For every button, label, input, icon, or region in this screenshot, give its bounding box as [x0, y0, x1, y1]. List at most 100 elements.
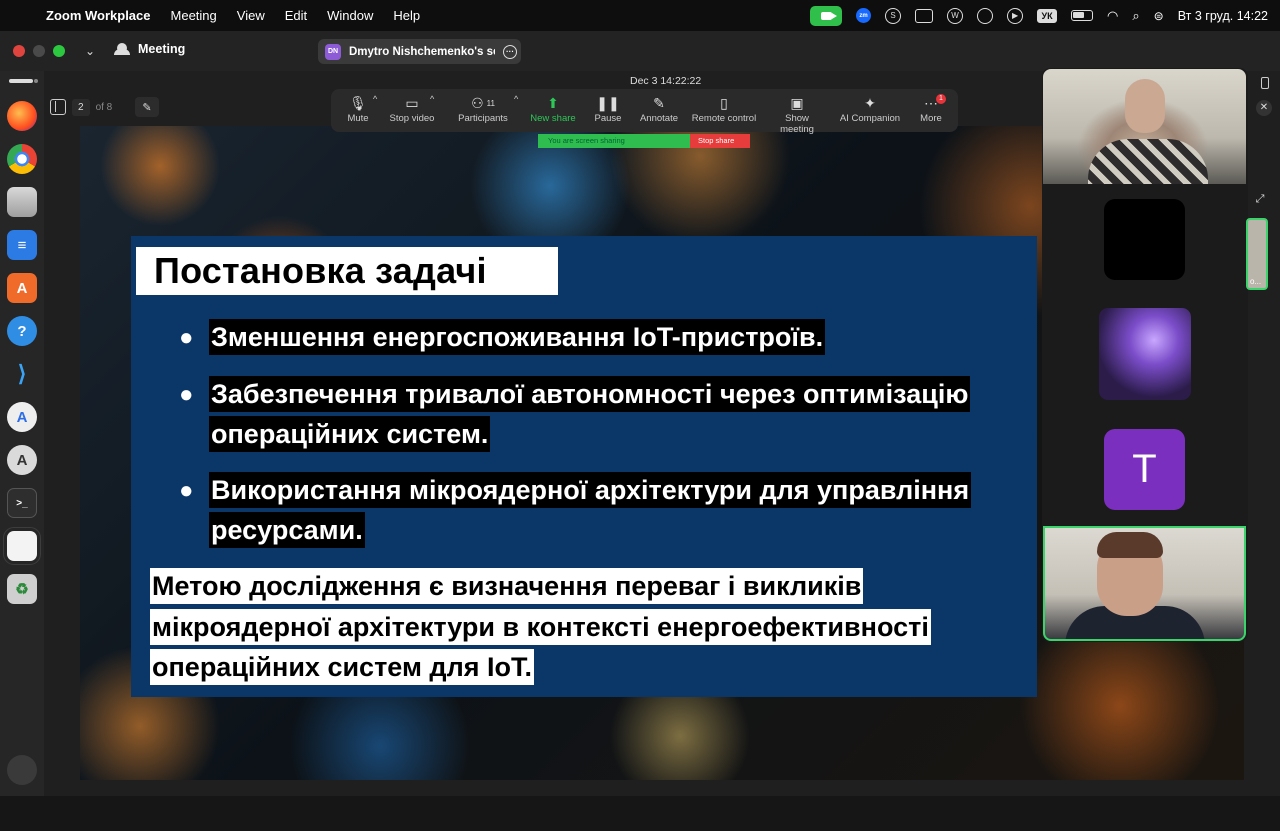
- participant-hair: [1097, 532, 1163, 558]
- menu-edit[interactable]: Edit: [275, 8, 317, 23]
- zoom-window-button[interactable]: [53, 45, 65, 57]
- cloud-icon[interactable]: [977, 7, 994, 24]
- stop-share-button[interactable]: Stop share: [690, 134, 750, 148]
- annotate-button[interactable]: ✎ Annotate: [637, 93, 681, 125]
- pause-share-button[interactable]: ❚❚ Pause: [593, 93, 623, 125]
- terminal-icon[interactable]: >_: [7, 488, 37, 518]
- dock-handle[interactable]: [9, 79, 33, 83]
- mute-button[interactable]: 🎙 Mute: [343, 93, 373, 125]
- preview-icon[interactable]: [3, 527, 41, 565]
- screen: Zoom Workplace Meeting View Edit Window …: [0, 0, 1280, 831]
- spotlight-search-icon[interactable]: ⌕: [1132, 8, 1139, 24]
- side-thumbnail[interactable]: o...: [1246, 218, 1268, 290]
- remote-control-button[interactable]: ▯ Remote control: [691, 93, 757, 125]
- bullet-dot: ●: [179, 324, 194, 351]
- goal-line-2: мікроядерної архітектури в контексті ене…: [150, 609, 931, 645]
- battery-icon[interactable]: [1071, 10, 1094, 21]
- close-icon[interactable]: ✕: [1256, 100, 1272, 116]
- mouse-icon: ▯: [720, 94, 728, 111]
- remote-control-label: Remote control: [691, 113, 757, 124]
- chrome-icon[interactable]: [7, 144, 37, 174]
- skype-icon[interactable]: S: [885, 7, 902, 24]
- minimize-window-button[interactable]: [33, 45, 45, 57]
- microphone-icon: 🎙: [349, 94, 367, 111]
- dock-indicator: [34, 79, 38, 83]
- page-number-input[interactable]: 2: [72, 98, 90, 116]
- window-controls: [13, 45, 65, 57]
- panel-toggle-icon[interactable]: [1261, 77, 1269, 89]
- meeting-window-icon: ▣: [790, 94, 804, 111]
- help-icon[interactable]: ?: [7, 316, 37, 346]
- close-window-button[interactable]: [13, 45, 25, 57]
- more-label: More: [920, 113, 942, 124]
- expand-icon[interactable]: ⤢: [1250, 193, 1270, 211]
- notification-badge: 1: [936, 94, 946, 104]
- slide-title: Постановка задачі: [154, 250, 487, 291]
- firefox-icon[interactable]: [7, 101, 37, 131]
- pause-icon: ❚❚: [596, 94, 620, 111]
- menu-app-name[interactable]: Zoom Workplace: [44, 8, 161, 23]
- menu-window[interactable]: Window: [317, 8, 383, 23]
- annotate-label: Annotate: [639, 113, 679, 124]
- participant-tile-blank[interactable]: [1104, 199, 1185, 280]
- meeting-tab[interactable]: Meeting: [114, 42, 185, 56]
- menu-meeting[interactable]: Meeting: [161, 8, 227, 23]
- recycle-icon[interactable]: ♻: [7, 574, 37, 604]
- menu-bar: Zoom Workplace Meeting View Edit Window …: [0, 0, 1280, 31]
- wifi-icon[interactable]: ◠: [1107, 8, 1118, 24]
- window-title-bar: ⌄ Meeting DN Dmytro Nishchemenko's scre …: [0, 31, 1280, 71]
- chevron-down-icon[interactable]: ⌄: [85, 44, 95, 58]
- vscode-icon[interactable]: ⟩: [7, 359, 37, 389]
- participants-icon: ⚇ 11: [471, 94, 495, 111]
- screen-sharing-banner: You are screen sharing Stop share: [538, 134, 750, 148]
- participant-avatar-image[interactable]: [1099, 308, 1191, 400]
- markup-pen-button[interactable]: ✎: [135, 97, 159, 117]
- control-center-icon[interactable]: ⊜: [1154, 9, 1164, 23]
- play-icon[interactable]: ▶: [1007, 7, 1024, 24]
- participants-button[interactable]: ⚇ 11 Participants: [455, 93, 511, 125]
- document-editor-icon[interactable]: ≡: [7, 230, 37, 260]
- menu-clock[interactable]: Вт 3 груд. 14:22: [1178, 9, 1268, 23]
- participant-initial-avatar[interactable]: T: [1104, 429, 1185, 510]
- menu-help[interactable]: Help: [383, 8, 430, 23]
- camera-off-icon[interactable]: [915, 8, 934, 23]
- bullet-3-line-1: Використання мікроядерної архітектури дл…: [209, 472, 972, 508]
- menu-view[interactable]: View: [227, 8, 275, 23]
- pause-label: Pause: [594, 113, 622, 124]
- pencil-icon: ✎: [653, 94, 665, 111]
- screen-share-tab[interactable]: DN Dmytro Nishchemenko's scre ···: [318, 39, 521, 64]
- screen-sharing-status: You are screen sharing: [538, 134, 690, 148]
- participant-video-active-speaker[interactable]: [1043, 526, 1246, 641]
- zoom-tray-icon[interactable]: zm: [856, 8, 872, 23]
- zoom-camera-status-icon[interactable]: [810, 5, 843, 26]
- finder-files-icon[interactable]: [7, 187, 37, 217]
- app-store-icon[interactable]: A: [7, 273, 37, 303]
- zoom-share-toolbar: 🎙 Mute ^ ▭ Stop video ^ ⚇ 11 Participant…: [331, 89, 958, 136]
- trash-icon[interactable]: [7, 755, 37, 785]
- participant-video-woman[interactable]: [1043, 69, 1246, 184]
- participant-face: [1125, 79, 1165, 133]
- sidebar-toggle-icon[interactable]: [50, 99, 66, 115]
- presenter-avatar: DN: [325, 43, 341, 60]
- participant-clothing: [1088, 139, 1208, 184]
- screen-share-tab-label: Dmytro Nishchemenko's scre: [349, 45, 495, 58]
- more-options-icon[interactable]: ···: [503, 44, 517, 59]
- audio-options-caret[interactable]: ^: [373, 94, 377, 104]
- xcode-installer-icon[interactable]: A: [7, 402, 37, 432]
- new-share-button[interactable]: ⬆ New share: [529, 93, 577, 125]
- dock: ≡ A ? ⟩ A A >_ ♻: [0, 71, 44, 796]
- goal-line-3: операційних систем для IoT.: [150, 649, 534, 685]
- input-language-indicator[interactable]: УК: [1037, 8, 1058, 23]
- bullet-3-line-2: ресурсами.: [209, 512, 365, 548]
- participant-count: 11: [486, 98, 495, 108]
- participants-options-caret[interactable]: ^: [514, 94, 518, 104]
- ai-companion-button[interactable]: ✦ AI Companion: [839, 93, 901, 125]
- bottom-bar: [0, 796, 1280, 831]
- video-options-caret[interactable]: ^: [430, 94, 434, 104]
- system-app-icon[interactable]: A: [7, 445, 37, 475]
- bullet-1-line-1: Зменшення енергоспоживання IoT-пристроїв…: [209, 319, 826, 355]
- show-meeting-button[interactable]: ▣ Show meeting: [767, 93, 827, 136]
- mute-label: Mute: [347, 113, 369, 124]
- bullet-dot: ●: [179, 477, 194, 504]
- wordpress-icon[interactable]: W: [947, 7, 964, 24]
